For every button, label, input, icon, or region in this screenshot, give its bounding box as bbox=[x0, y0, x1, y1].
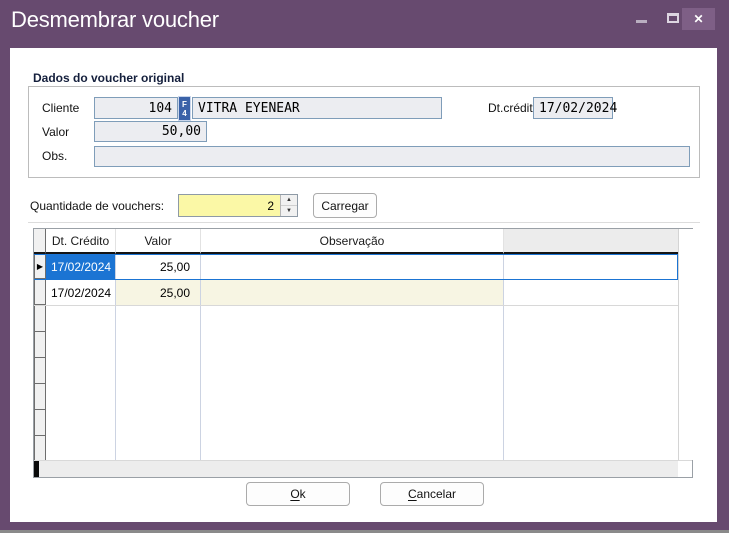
empty-row-slot bbox=[34, 332, 678, 358]
scrollbar-thumb[interactable] bbox=[34, 461, 39, 477]
close-icon: ✕ bbox=[693, 12, 703, 26]
cliente-name-field[interactable]: VITRA EYENEAR bbox=[192, 97, 442, 119]
empty-row-slot bbox=[34, 306, 678, 332]
f4-number: 4 bbox=[182, 109, 186, 118]
valor-field[interactable]: 50,00 bbox=[94, 121, 207, 142]
vertical-scrollbar[interactable] bbox=[678, 229, 693, 460]
maximize-icon[interactable] bbox=[667, 13, 679, 23]
carregar-button[interactable]: Carregar bbox=[313, 193, 377, 218]
row-indicator bbox=[34, 436, 46, 462]
row-indicator bbox=[34, 306, 46, 332]
empty-row-slot bbox=[34, 358, 678, 384]
spinner-down-button[interactable]: ▼ bbox=[281, 206, 297, 216]
row-indicator bbox=[34, 384, 46, 410]
row-indicator bbox=[34, 410, 46, 436]
cell-valor[interactable]: 25,00 bbox=[116, 280, 201, 305]
cancel-button[interactable]: Cancelar bbox=[380, 482, 484, 506]
cancel-accelerator: C bbox=[408, 487, 417, 501]
table-row[interactable]: ▶17/02/202425,00 bbox=[34, 254, 678, 280]
cell-dt-credito[interactable]: 17/02/2024 bbox=[46, 280, 116, 305]
dt-credito-label: Dt.crédito bbox=[488, 101, 539, 115]
empty-row-slot bbox=[34, 436, 678, 462]
cell-observacao[interactable] bbox=[201, 280, 504, 305]
row-indicator: ▶ bbox=[34, 255, 46, 279]
quantidade-label: Quantidade de vouchers: bbox=[30, 199, 164, 213]
quantidade-value[interactable]: 2 bbox=[179, 195, 280, 216]
scrollbar-corner bbox=[678, 461, 692, 477]
obs-field[interactable] bbox=[94, 146, 690, 167]
dt-credito-field[interactable]: 17/02/2024 bbox=[533, 97, 613, 119]
cell-valor[interactable]: 25,00 bbox=[116, 255, 201, 279]
ok-button[interactable]: Ok bbox=[246, 482, 350, 506]
cliente-label: Cliente bbox=[42, 101, 79, 115]
cancel-rest: ancelar bbox=[417, 487, 456, 501]
f4-letter: F bbox=[182, 100, 187, 109]
column-header-observacao: Observação bbox=[201, 229, 504, 254]
window-title: Desmembrar voucher bbox=[11, 7, 219, 33]
spinner-up-icon: ▲ bbox=[286, 197, 292, 203]
groupbox-legend: Dados do voucher original bbox=[33, 71, 184, 85]
empty-row-slot bbox=[34, 384, 678, 410]
dialog-desmembrar-voucher: Desmembrar voucher ✕ Dados do voucher or… bbox=[0, 0, 729, 533]
spinner-buttons: ▲ ▼ bbox=[280, 195, 297, 216]
obs-label: Obs. bbox=[42, 149, 67, 163]
spinner-up-button[interactable]: ▲ bbox=[281, 195, 297, 206]
current-row-marker-icon: ▶ bbox=[37, 263, 43, 271]
close-button[interactable]: ✕ bbox=[682, 8, 715, 30]
separator-line bbox=[28, 222, 700, 223]
cliente-code-field[interactable]: 104 bbox=[94, 97, 178, 119]
row-indicator bbox=[34, 332, 46, 358]
ok-accelerator: O bbox=[290, 487, 299, 501]
spinner-down-icon: ▼ bbox=[286, 208, 292, 214]
column-header-dt-credito: Dt. Crédito bbox=[46, 229, 116, 254]
row-indicator bbox=[34, 280, 46, 305]
horizontal-scrollbar[interactable] bbox=[34, 460, 692, 477]
table-row[interactable]: 17/02/202425,00 bbox=[34, 280, 678, 306]
cell-dt-credito[interactable]: 17/02/2024 bbox=[46, 255, 116, 279]
grid-header: Dt. Crédito Valor Observação bbox=[34, 229, 678, 254]
grid-rows: ▶17/02/202425,0017/02/202425,00 bbox=[34, 254, 678, 462]
empty-row-slot bbox=[34, 410, 678, 436]
quantidade-stepper[interactable]: 2 ▲ ▼ bbox=[178, 194, 298, 217]
voucher-grid[interactable]: Dt. Crédito Valor Observação ▶17/02/2024… bbox=[33, 228, 693, 478]
minimize-icon[interactable] bbox=[636, 20, 647, 23]
column-header-valor: Valor bbox=[116, 229, 201, 254]
column-header-filler bbox=[504, 229, 678, 254]
titlebar: Desmembrar voucher ✕ bbox=[0, 0, 729, 48]
valor-label: Valor bbox=[42, 125, 69, 139]
cell-filler bbox=[504, 255, 678, 279]
header-indicator-cell bbox=[34, 229, 46, 254]
cell-filler bbox=[504, 280, 678, 305]
f4-lookup-icon[interactable]: F 4 bbox=[178, 96, 191, 121]
ok-rest: k bbox=[300, 487, 306, 501]
grid-rows-area: ▶17/02/202425,0017/02/202425,00 bbox=[34, 254, 678, 460]
cell-observacao[interactable] bbox=[201, 255, 504, 279]
row-indicator bbox=[34, 358, 46, 384]
